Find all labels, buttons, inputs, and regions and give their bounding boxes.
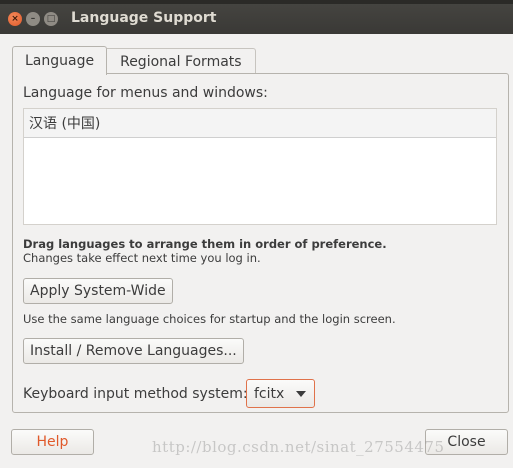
drag-hint: Drag languages to arrange them in order … xyxy=(23,237,387,251)
list-item[interactable]: 汉语 (中国) xyxy=(24,109,496,138)
tab-language[interactable]: Language xyxy=(12,46,108,75)
tab-bar: Language Regional Formats xyxy=(12,46,256,75)
language-panel: Language for menus and windows: 汉语 (中国) … xyxy=(12,73,509,413)
apply-description: Use the same language choices for startu… xyxy=(23,312,396,326)
keyboard-input-label: Keyboard input method system: xyxy=(23,386,248,402)
install-remove-languages-button[interactable]: Install / Remove Languages... xyxy=(23,338,244,364)
maximize-window-icon[interactable]: □ xyxy=(44,12,58,26)
tab-regional-formats[interactable]: Regional Formats xyxy=(107,48,256,74)
language-support-window: × – □ Language Support Language Regional… xyxy=(0,0,513,468)
keyboard-input-select[interactable]: fcitx xyxy=(246,379,316,408)
effect-hint: Changes take effect next time you log in… xyxy=(23,251,261,265)
language-list-label: Language for menus and windows: xyxy=(23,85,268,101)
minimize-window-icon[interactable]: – xyxy=(26,12,40,26)
watermark: http://blog.csdn.net/sinat_27554475 xyxy=(152,438,445,456)
close-button[interactable]: Close xyxy=(425,429,508,455)
close-window-icon[interactable]: × xyxy=(8,12,22,26)
help-button[interactable]: Help xyxy=(11,429,94,455)
dropdown-arrow-icon xyxy=(296,390,307,397)
window-title: Language Support xyxy=(71,10,217,26)
title-bar[interactable]: × – □ Language Support xyxy=(0,4,513,34)
language-list[interactable]: 汉语 (中国) xyxy=(23,108,497,225)
keyboard-input-value: fcitx xyxy=(254,385,285,402)
apply-system-wide-button[interactable]: Apply System-Wide xyxy=(23,278,173,304)
